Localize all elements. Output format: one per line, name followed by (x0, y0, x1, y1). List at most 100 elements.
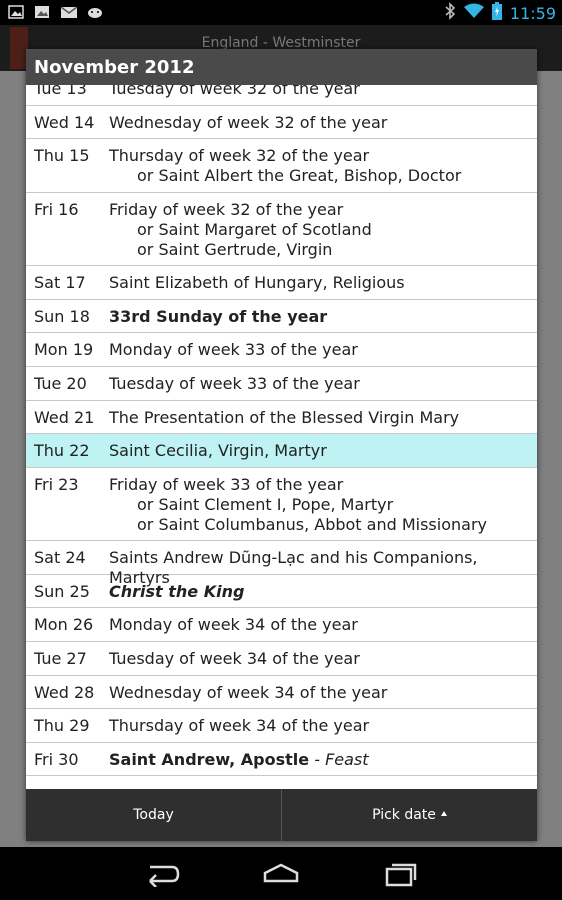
celebration-text: Saint Andrew, Apostle (109, 749, 310, 769)
celebration-text: The Presentation of the Blessed Virgin M… (109, 407, 460, 427)
day-label: Wed 21 (34, 407, 95, 427)
notification-icons (8, 4, 102, 20)
day-description: Wednesday of week 34 of the year (109, 676, 537, 709)
celebration-text: or Saint Gertrude, Virgin (137, 239, 333, 259)
day-description: The Presentation of the Blessed Virgin M… (109, 401, 537, 434)
celebration-title: Saint Cecilia, Virgin, Martyr (109, 441, 537, 461)
today-button[interactable]: Today (26, 789, 281, 841)
day-description: Monday of week 33 of the year (109, 333, 537, 366)
month-calendar-dialog: November 2012 Tue 13 Tuesday of week 32 o… (26, 49, 537, 841)
system-icons: 11:59 (444, 2, 556, 24)
day-row[interactable]: Fri 23 Friday of week 33 of the year or Sa… (26, 468, 537, 542)
celebration-title: Friday of week 33 of the year (109, 475, 537, 495)
day-row[interactable]: Thu 29 Thursday of week 34 of the year (26, 709, 537, 743)
celebration-title: Thursday of week 34 of the year (109, 716, 537, 736)
celebration-title: Wednesday of week 32 of the year (109, 113, 537, 133)
day-row[interactable]: Mon 26 Monday of week 34 of the year (26, 608, 537, 642)
image-icon (8, 4, 24, 20)
celebration-title: Saint Andrew, Apostle - Feast (109, 750, 537, 770)
day-row[interactable]: Fri 16 Friday of week 32 of the year or Sa… (26, 193, 537, 267)
day-label: Mon 26 (34, 615, 94, 635)
day-description: Friday of week 33 of the year or Saint Cl… (109, 468, 537, 540)
day-description: Saint Cecilia, Virgin, Martyr (109, 434, 537, 467)
pick-date-button-label: Pick date (372, 807, 436, 823)
optional-memorial: or Saint Albert the Great, Bishop, Docto… (109, 166, 537, 186)
day-label: Thu 29 (34, 716, 90, 736)
dialog-title: November 2012 (34, 57, 195, 78)
celebration-text: Tuesday of week 32 of the year (109, 85, 360, 98)
celebration-text: Friday of week 33 of the year (109, 474, 344, 494)
wifi-icon (463, 3, 484, 23)
gmail-icon (60, 4, 78, 20)
android-icon (86, 4, 102, 20)
day-label: Sun 18 (34, 306, 90, 326)
celebration-text: Tuesday of week 34 of the year (109, 648, 360, 668)
optional-memorial: or Saint Clement I, Pope, Martyr (109, 495, 537, 515)
day-list-content: Tue 13 Tuesday of week 32 of the year Wed … (26, 85, 537, 777)
pick-date-button[interactable]: Pick date (281, 789, 537, 841)
day-row[interactable]: Fri 30 Saint Andrew, Apostle - Feast (26, 743, 537, 777)
optional-memorial: or Saint Gertrude, Virgin (109, 240, 537, 260)
celebration-text: Wednesday of week 34 of the year (109, 682, 388, 702)
day-row[interactable]: Tue 13 Tuesday of week 32 of the year (26, 85, 537, 106)
day-description: Tuesday of week 32 of the year (109, 85, 537, 105)
day-row[interactable]: Thu 22 Saint Cecilia, Virgin, Martyr (26, 434, 537, 468)
celebration-title: Monday of week 33 of the year (109, 340, 537, 360)
day-description: Saint Andrew, Apostle - Feast (109, 743, 537, 776)
celebration-title: Friday of week 32 of the year (109, 200, 537, 220)
celebration-title: Tuesday of week 34 of the year (109, 649, 537, 669)
celebration-text: Saint Cecilia, Virgin, Martyr (109, 441, 327, 461)
day-row[interactable]: Wed 28 Wednesday of week 34 of the year (26, 676, 537, 710)
bluetooth-icon (444, 2, 456, 24)
day-description: Tuesday of week 33 of the year (109, 367, 537, 400)
celebration-title: 33rd Sunday of the year (109, 307, 537, 327)
celebration-rank: - Feast (309, 749, 369, 769)
celebration-text: or Saint Columbanus, Abbot and Missionar… (137, 514, 487, 534)
day-row[interactable]: Thu 15 Thursday of week 32 of the year or … (26, 139, 537, 193)
day-row[interactable]: Wed 14 Wednesday of week 32 of the year (26, 106, 537, 140)
home-icon[interactable] (261, 861, 301, 887)
dialog-button-bar: Today Pick date (26, 789, 537, 841)
day-row[interactable]: Sun 25 Christ the King (26, 575, 537, 609)
day-description: Tuesday of week 34 of the year (109, 642, 537, 675)
day-row[interactable]: Sat 17 Saint Elizabeth of Hungary, Religi… (26, 266, 537, 300)
clock: 11:59 (509, 3, 556, 23)
optional-memorial: or Saint Columbanus, Abbot and Missionar… (109, 515, 537, 535)
day-label: Tue 13 (34, 85, 87, 98)
day-label: Tue 27 (34, 648, 87, 668)
battery-charging-icon (491, 2, 502, 24)
celebration-text: 33rd Sunday of the year (109, 306, 328, 326)
day-label: Thu 15 (34, 146, 90, 166)
celebration-text: Monday of week 34 of the year (109, 615, 358, 635)
day-description: Saints Andrew Dũng-Lạc and his Companion… (109, 541, 537, 587)
day-row[interactable]: Tue 20 Tuesday of week 33 of the year (26, 367, 537, 401)
day-label: Thu 22 (34, 441, 90, 461)
day-list[interactable]: Tue 13 Tuesday of week 32 of the year Wed … (26, 85, 537, 777)
day-description: Saint Elizabeth of Hungary, Religious (109, 266, 537, 299)
back-icon[interactable] (142, 861, 182, 888)
day-row[interactable]: Mon 19 Monday of week 33 of the year (26, 333, 537, 367)
day-label: Sat 24 (34, 548, 86, 568)
triangle-up-icon (440, 810, 447, 816)
recent-apps-icon[interactable] (381, 861, 421, 887)
day-label: Wed 28 (34, 682, 95, 702)
celebration-text: or Saint Margaret of Scotland (137, 219, 372, 239)
navigation-bar (0, 847, 562, 900)
celebration-text: Tuesday of week 33 of the year (109, 373, 360, 393)
day-row[interactable]: Tue 27 Tuesday of week 34 of the year (26, 642, 537, 676)
celebration-title: Tuesday of week 33 of the year (109, 374, 537, 394)
day-row[interactable]: Sun 18 33rd Sunday of the year (26, 300, 537, 334)
day-label: Sun 25 (34, 581, 90, 601)
celebration-text: or Saint Albert the Great, Bishop, Docto… (137, 166, 462, 186)
celebration-text: Saint Elizabeth of Hungary, Religious (109, 273, 405, 293)
day-description: Christ the King (109, 575, 537, 608)
today-button-label: Today (133, 807, 174, 823)
celebration-text: Friday of week 32 of the year (109, 199, 344, 219)
day-description: Wednesday of week 32 of the year (109, 106, 537, 139)
celebration-title: Wednesday of week 34 of the year (109, 683, 537, 703)
celebration-text: Wednesday of week 32 of the year (109, 112, 388, 132)
day-row[interactable]: Sat 24 Saints Andrew Dũng-Lạc and his Com… (26, 541, 537, 587)
day-row[interactable]: Wed 21 The Presentation of the Blessed Vi… (26, 401, 537, 435)
day-label: Wed 14 (34, 112, 95, 132)
status-bar: 11:59 (0, 0, 562, 25)
